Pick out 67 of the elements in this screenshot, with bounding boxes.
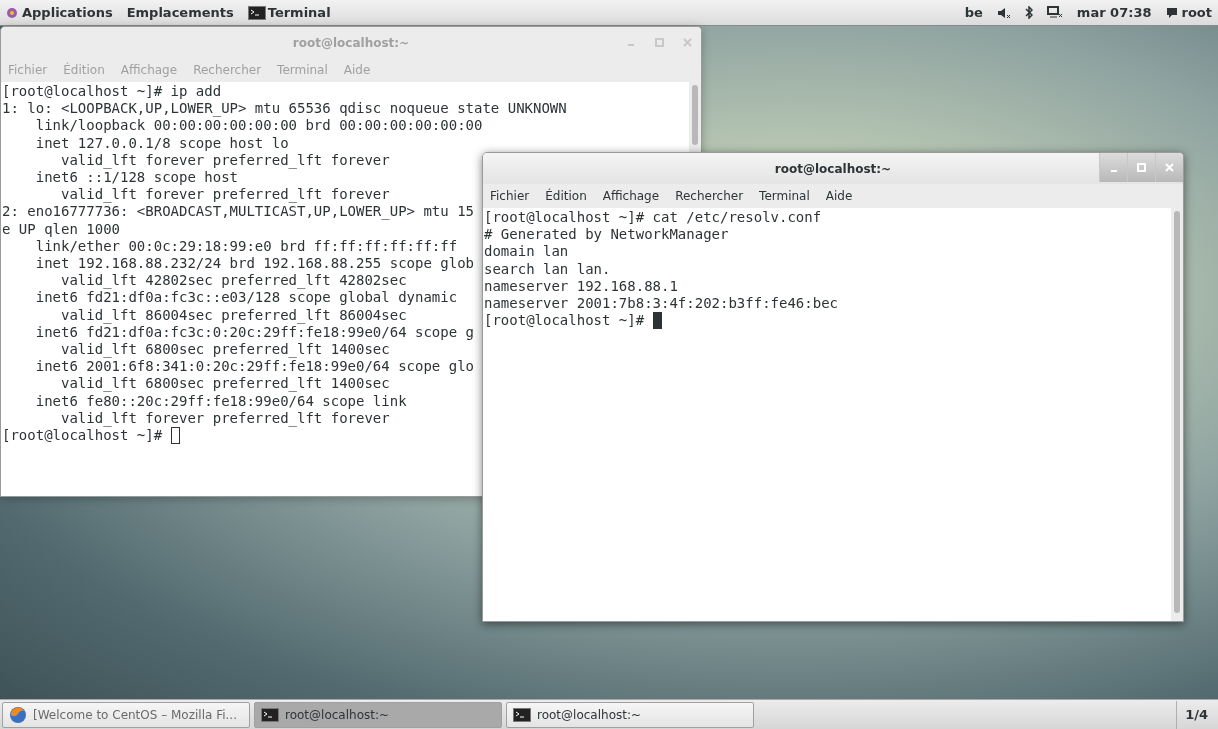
terminal-line: 1: lo: <LOOPBACK,UP,LOWER_UP> mtu 65536 qdisc noqueue state UNKNOWN [2,100,567,118]
user-menu[interactable]: root [1165,5,1212,20]
applications-icon [6,6,18,19]
terminal-line: [root@localhost ~]# ip add [2,83,222,101]
terminal-prompt: [root@localhost ~]# [484,312,646,329]
terminal-line: valid_lft 6800sec preferred_lft 1400sec [60,341,390,359]
terminal-icon [513,707,531,722]
minimize-icon [628,44,634,46]
terminal-area[interactable]: [root@localhost ~]# cat /etc/resolv.conf # Generated by NetworkManager domain lan search lan lan. nameserver 192.168.88.1 nameserver 2001:7b8:3:4f:202:b3ff:fe46:bec [root@localhost ~]# [483,208,1183,621]
terminal-line: valid_lft 6800sec preferred_lft 1400sec [60,375,390,393]
clock[interactable]: mar 07:38 [1076,5,1152,20]
workspace-indicator[interactable]: 1/4 [1176,700,1216,729]
menu-item[interactable]: Rechercher [675,189,744,203]
close-icon [1165,163,1174,172]
chat-icon [1165,6,1178,19]
active-app-menu[interactable]: Terminal [247,5,331,20]
network-disconnected-icon[interactable] [1046,6,1063,19]
terminal-line: inet6 ::1/128 scope host [34,169,238,187]
terminal-line: nameserver 2001:7b8:3:4f:202:b3ff:fe46:bec [484,295,838,313]
top-menu[interactable]: Applications [6,5,113,20]
menu-item[interactable]: Aide [825,189,853,203]
terminal-line: link/loopback 00:00:00:00:00:00 brd 00:00:00:00:00:00 [34,117,483,135]
window-title: root@localhost:~ [292,35,410,50]
menu-item[interactable]: Affichage [602,189,660,203]
browser-icon [9,705,27,724]
terminal-line: valid_lft forever preferred_lft forever [60,151,390,169]
terminal-line: domain lan [484,243,569,261]
window-title: root@localhost:~ [774,161,892,176]
terminal-line: inet6 fd21:df0a:fc3c::e03/128 scope global dynamic [34,289,458,307]
terminal-icon [247,5,266,20]
maximize-icon [654,37,664,47]
speaker-muted-icon[interactable] [996,6,1011,19]
minimize-button[interactable] [1099,153,1127,182]
terminal-line: 2: eno16777736: <BROADCAST,MULTICAST,UP,LOWER_UP> mtu 15 [2,203,474,221]
taskbar-item[interactable]: root@localhost:~ [254,701,502,728]
terminal-line: valid_lft 42802sec preferred_lft 42802sec [60,272,407,290]
scrollbar-thumb[interactable] [692,85,698,145]
terminal-line: link/ether 00:0c:29:18:99:e0 brd ff:ff:ff:ff:ff:ff [34,237,458,256]
menu-item[interactable]: Fichier [490,189,530,203]
terminal-icon [261,707,279,722]
scrollbar[interactable] [1171,208,1183,621]
close-icon [682,37,692,47]
terminal-line: valid_lft 86004sec preferred_lft 86004sec [60,306,407,324]
keyboard-layout[interactable]: be [964,5,983,20]
close-button[interactable] [1155,153,1183,182]
terminal-line: e UP qlen 1000 [2,220,120,238]
terminal-line: valid_lft forever preferred_lft forever [60,186,390,204]
terminal-line: inet6 2001:6f8:341:0:20c:29ff:fe18:99e0/64 scope glo [34,358,474,376]
minimize-icon [1110,169,1117,172]
terminal-line: # Generated by NetworkManager [484,226,729,244]
terminal-line: inet 127.0.0.1/8 scope host lo [34,134,289,152]
taskbar-item[interactable]: [Welcome to CentOS – Mozilla Fi... [2,701,250,728]
terminal-line: inet6 fd21:df0a:fc3c:0:20c:29ff:fe18:99e0/64 scope g [34,323,474,342]
terminal-line: inet6 fe80::20c:29ff:fe18:99e0/64 scope link [34,392,407,410]
terminal-line: [root@localhost ~]# cat /etc/resolv.conf [484,209,822,227]
menu-item[interactable]: Édition [545,189,587,203]
terminal-prompt: [root@localhost ~]# [2,427,164,444]
bluetooth-icon[interactable] [1024,6,1033,19]
terminal-line: inet 192.168.88.232/24 brd 192.168.88.255 scope glob [34,255,474,273]
maximize-icon [1137,163,1146,172]
terminal-line: valid_lft forever preferred_lft forever [60,409,390,428]
menu-item[interactable]: Terminal [759,189,810,203]
maximize-button[interactable] [1127,153,1155,182]
top-menu[interactable]: Emplacements [126,5,234,20]
taskbar-item[interactable]: root@localhost:~ [506,701,754,728]
terminal-line: search lan lan. [484,260,611,278]
terminal-line: nameserver 192.168.88.1 [484,277,678,295]
